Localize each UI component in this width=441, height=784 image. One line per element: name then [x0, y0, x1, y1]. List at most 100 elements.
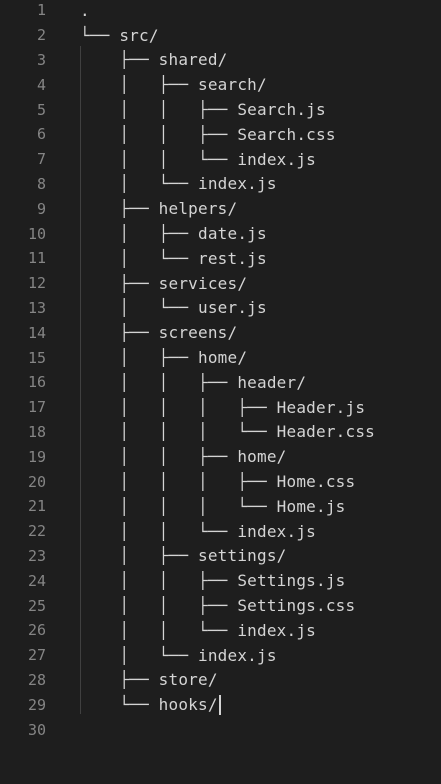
editor-line[interactable]: 4 │ ├── search/ — [0, 72, 441, 97]
code-text[interactable]: │ └── rest.js — [80, 249, 267, 268]
code-text-content: │ │ ├── header/ — [80, 372, 307, 392]
code-text-content: │ │ │ ├── Home.css — [80, 472, 356, 492]
code-text-content: │ └── user.js — [80, 298, 267, 318]
line-number: 18 — [27, 422, 46, 441]
code-text[interactable]: │ ├── home/ — [80, 348, 247, 367]
editor-line[interactable]: 3 ├── shared/ — [0, 48, 441, 73]
code-text[interactable]: │ │ ├── header/ — [80, 373, 306, 392]
editor-line[interactable]: 29 └── hooks/ — [0, 692, 441, 717]
code-text[interactable]: ├── shared/ — [80, 50, 228, 69]
code-text[interactable]: │ │ ├── Settings.css — [80, 596, 355, 615]
editor-line[interactable]: 6 │ │ ├── Search.css — [0, 122, 441, 147]
editor-line[interactable]: 18 │ │ │ └── Header.css — [0, 420, 441, 445]
editor-line[interactable]: 30 — [0, 717, 441, 742]
code-text[interactable]: │ └── index.js — [80, 174, 277, 193]
line-number: 22 — [27, 522, 46, 541]
line-number: 10 — [27, 224, 46, 243]
code-text-content: │ │ └── index.js — [80, 620, 316, 640]
code-text[interactable]: │ │ ├── Search.js — [80, 100, 326, 119]
code-text[interactable]: │ │ └── index.js — [80, 522, 316, 541]
line-number: 20 — [27, 472, 46, 491]
line-number: 24 — [27, 571, 46, 590]
line-number: 2 — [36, 26, 46, 45]
editor-line[interactable]: 11 │ └── rest.js — [0, 246, 441, 271]
editor-line[interactable]: 7 │ │ └── index.js — [0, 147, 441, 172]
code-text-content: │ ├── settings/ — [80, 546, 287, 566]
editor-line[interactable]: 13 │ └── user.js — [0, 296, 441, 321]
code-editor[interactable]: 1. 2 └── src/3 ├── shared/4 │ ├── search/5… — [0, 0, 441, 784]
line-number: 19 — [27, 447, 46, 466]
code-text-content: │ └── index.js — [80, 645, 277, 665]
line-number: 15 — [27, 348, 46, 367]
code-text-content: │ │ ├── Settings.js — [80, 571, 346, 591]
code-text[interactable]: └── src/ — [80, 26, 159, 45]
code-text[interactable]: ├── services/ — [80, 274, 247, 293]
code-text-content: │ ├── search/ — [80, 75, 267, 95]
code-text-content: ├── store/ — [80, 670, 218, 690]
line-number: 9 — [36, 199, 46, 218]
line-number: 14 — [27, 323, 46, 342]
code-text-content: ├── helpers/ — [80, 199, 238, 219]
code-text[interactable]: │ ├── search/ — [80, 75, 267, 94]
code-text[interactable]: │ │ │ └── Header.css — [80, 422, 375, 441]
editor-line[interactable]: 26 │ │ └── index.js — [0, 618, 441, 643]
editor-line[interactable]: 16 │ │ ├── header/ — [0, 370, 441, 395]
line-number: 25 — [27, 596, 46, 615]
editor-line[interactable]: 20 │ │ │ ├── Home.css — [0, 469, 441, 494]
code-text[interactable]: │ │ └── index.js — [80, 621, 316, 640]
editor-line[interactable]: 9 ├── helpers/ — [0, 196, 441, 221]
code-text[interactable]: │ │ └── index.js — [80, 150, 316, 169]
editor-line[interactable]: 2 └── src/ — [0, 23, 441, 48]
editor-line[interactable]: 22 │ │ └── index.js — [0, 519, 441, 544]
code-text[interactable]: ├── store/ — [80, 670, 218, 689]
code-text-content: │ └── rest.js — [80, 248, 267, 268]
editor-line[interactable]: 17 │ │ │ ├── Header.js — [0, 395, 441, 420]
editor-line[interactable]: 24 │ │ ├── Settings.js — [0, 568, 441, 593]
code-text-content: │ │ └── index.js — [80, 521, 316, 541]
editor-line[interactable]: 27 │ └── index.js — [0, 643, 441, 668]
editor-line[interactable]: 15 │ ├── home/ — [0, 345, 441, 370]
code-text-content: └── hooks/ — [80, 694, 218, 714]
code-text[interactable]: │ └── user.js — [80, 298, 267, 317]
text-cursor — [218, 695, 221, 716]
editor-line[interactable]: 23 │ ├── settings/ — [0, 544, 441, 569]
code-text[interactable]: │ └── index.js — [80, 646, 277, 665]
code-text-content: │ │ ├── Search.js — [80, 100, 326, 120]
line-number: 16 — [27, 373, 46, 392]
editor-line[interactable]: 14 ├── screens/ — [0, 320, 441, 345]
code-text[interactable]: ├── helpers/ — [80, 199, 237, 218]
line-number: 17 — [27, 398, 46, 417]
editor-line[interactable]: 1. — [0, 0, 441, 23]
editor-line[interactable]: 19 │ │ ├── home/ — [0, 444, 441, 469]
code-text-content: │ │ │ └── Home.js — [80, 496, 346, 516]
editor-line[interactable]: 8 │ └── index.js — [0, 172, 441, 197]
code-text[interactable]: ├── screens/ — [80, 323, 237, 342]
code-text[interactable]: │ │ ├── Settings.js — [80, 571, 346, 590]
line-number: 4 — [36, 75, 46, 94]
line-number: 7 — [36, 150, 46, 169]
code-text[interactable]: └── hooks/ — [80, 695, 221, 716]
line-number: 11 — [27, 249, 46, 268]
editor-line[interactable]: 10 │ ├── date.js — [0, 221, 441, 246]
code-text[interactable]: │ │ │ ├── Home.css — [80, 472, 355, 491]
line-number: 27 — [27, 646, 46, 665]
code-text[interactable]: │ ├── date.js — [80, 224, 267, 243]
code-text[interactable]: │ │ ├── Search.css — [80, 125, 336, 144]
editor-line[interactable]: 28 ├── store/ — [0, 668, 441, 693]
editor-line[interactable]: 5 │ │ ├── Search.js — [0, 97, 441, 122]
code-text[interactable]: │ ├── settings/ — [80, 546, 287, 565]
code-text[interactable]: │ │ │ ├── Header.js — [80, 398, 365, 417]
editor-line[interactable]: 21 │ │ │ └── Home.js — [0, 494, 441, 519]
editor-line[interactable]: 25 │ │ ├── Settings.css — [0, 593, 441, 618]
code-text-content: │ ├── home/ — [80, 348, 248, 368]
code-text-content: │ │ ├── home/ — [80, 447, 287, 467]
code-text[interactable]: │ │ ├── home/ — [80, 447, 287, 466]
code-text-content: ├── screens/ — [80, 323, 238, 343]
line-number: 6 — [36, 125, 46, 144]
editor-line[interactable]: 12 ├── services/ — [0, 271, 441, 296]
line-number: 5 — [36, 100, 46, 119]
code-text[interactable]: │ │ │ └── Home.js — [80, 497, 346, 516]
code-text[interactable]: . — [80, 1, 90, 20]
line-number: 30 — [27, 720, 46, 739]
line-number: 3 — [36, 50, 46, 69]
